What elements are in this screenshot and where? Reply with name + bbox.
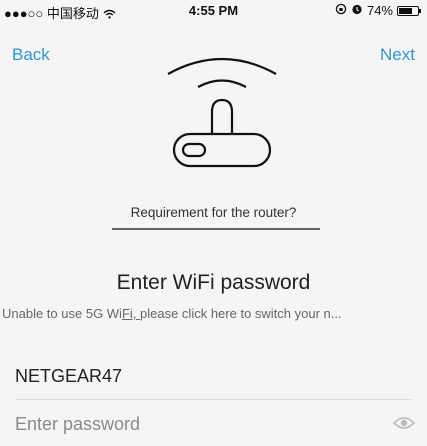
battery-icon [397, 5, 421, 16]
ssid-value: NETGEAR47 [15, 366, 123, 386]
battery-fill [399, 7, 413, 14]
orientation-lock-icon [335, 3, 347, 18]
status-bar-right: 74% [335, 3, 421, 18]
battery-percent: 74% [366, 3, 393, 18]
note-prefix: Unable to use 5G Wi [2, 306, 122, 321]
wifi-switch-link[interactable]: Fi, [122, 306, 140, 321]
note-suffix: please click here to switch your n... [140, 306, 342, 321]
page-title: Enter WiFi password [116, 271, 311, 294]
switch-network-note[interactable]: Unable to use 5G WiFi, please click here… [2, 306, 427, 321]
router-wifi-icon [167, 58, 277, 168]
eye-icon[interactable] [393, 415, 415, 431]
status-bar: ●●●○○ 中国移动 4:55 PM 74% [0, 0, 427, 22]
divider [112, 228, 320, 230]
back-button[interactable]: Back [12, 45, 50, 65]
router-requirement-link[interactable]: Requirement for the router? [0, 205, 427, 220]
alarm-icon [351, 3, 363, 18]
next-button[interactable]: Next [380, 45, 415, 65]
password-input[interactable] [15, 410, 375, 438]
